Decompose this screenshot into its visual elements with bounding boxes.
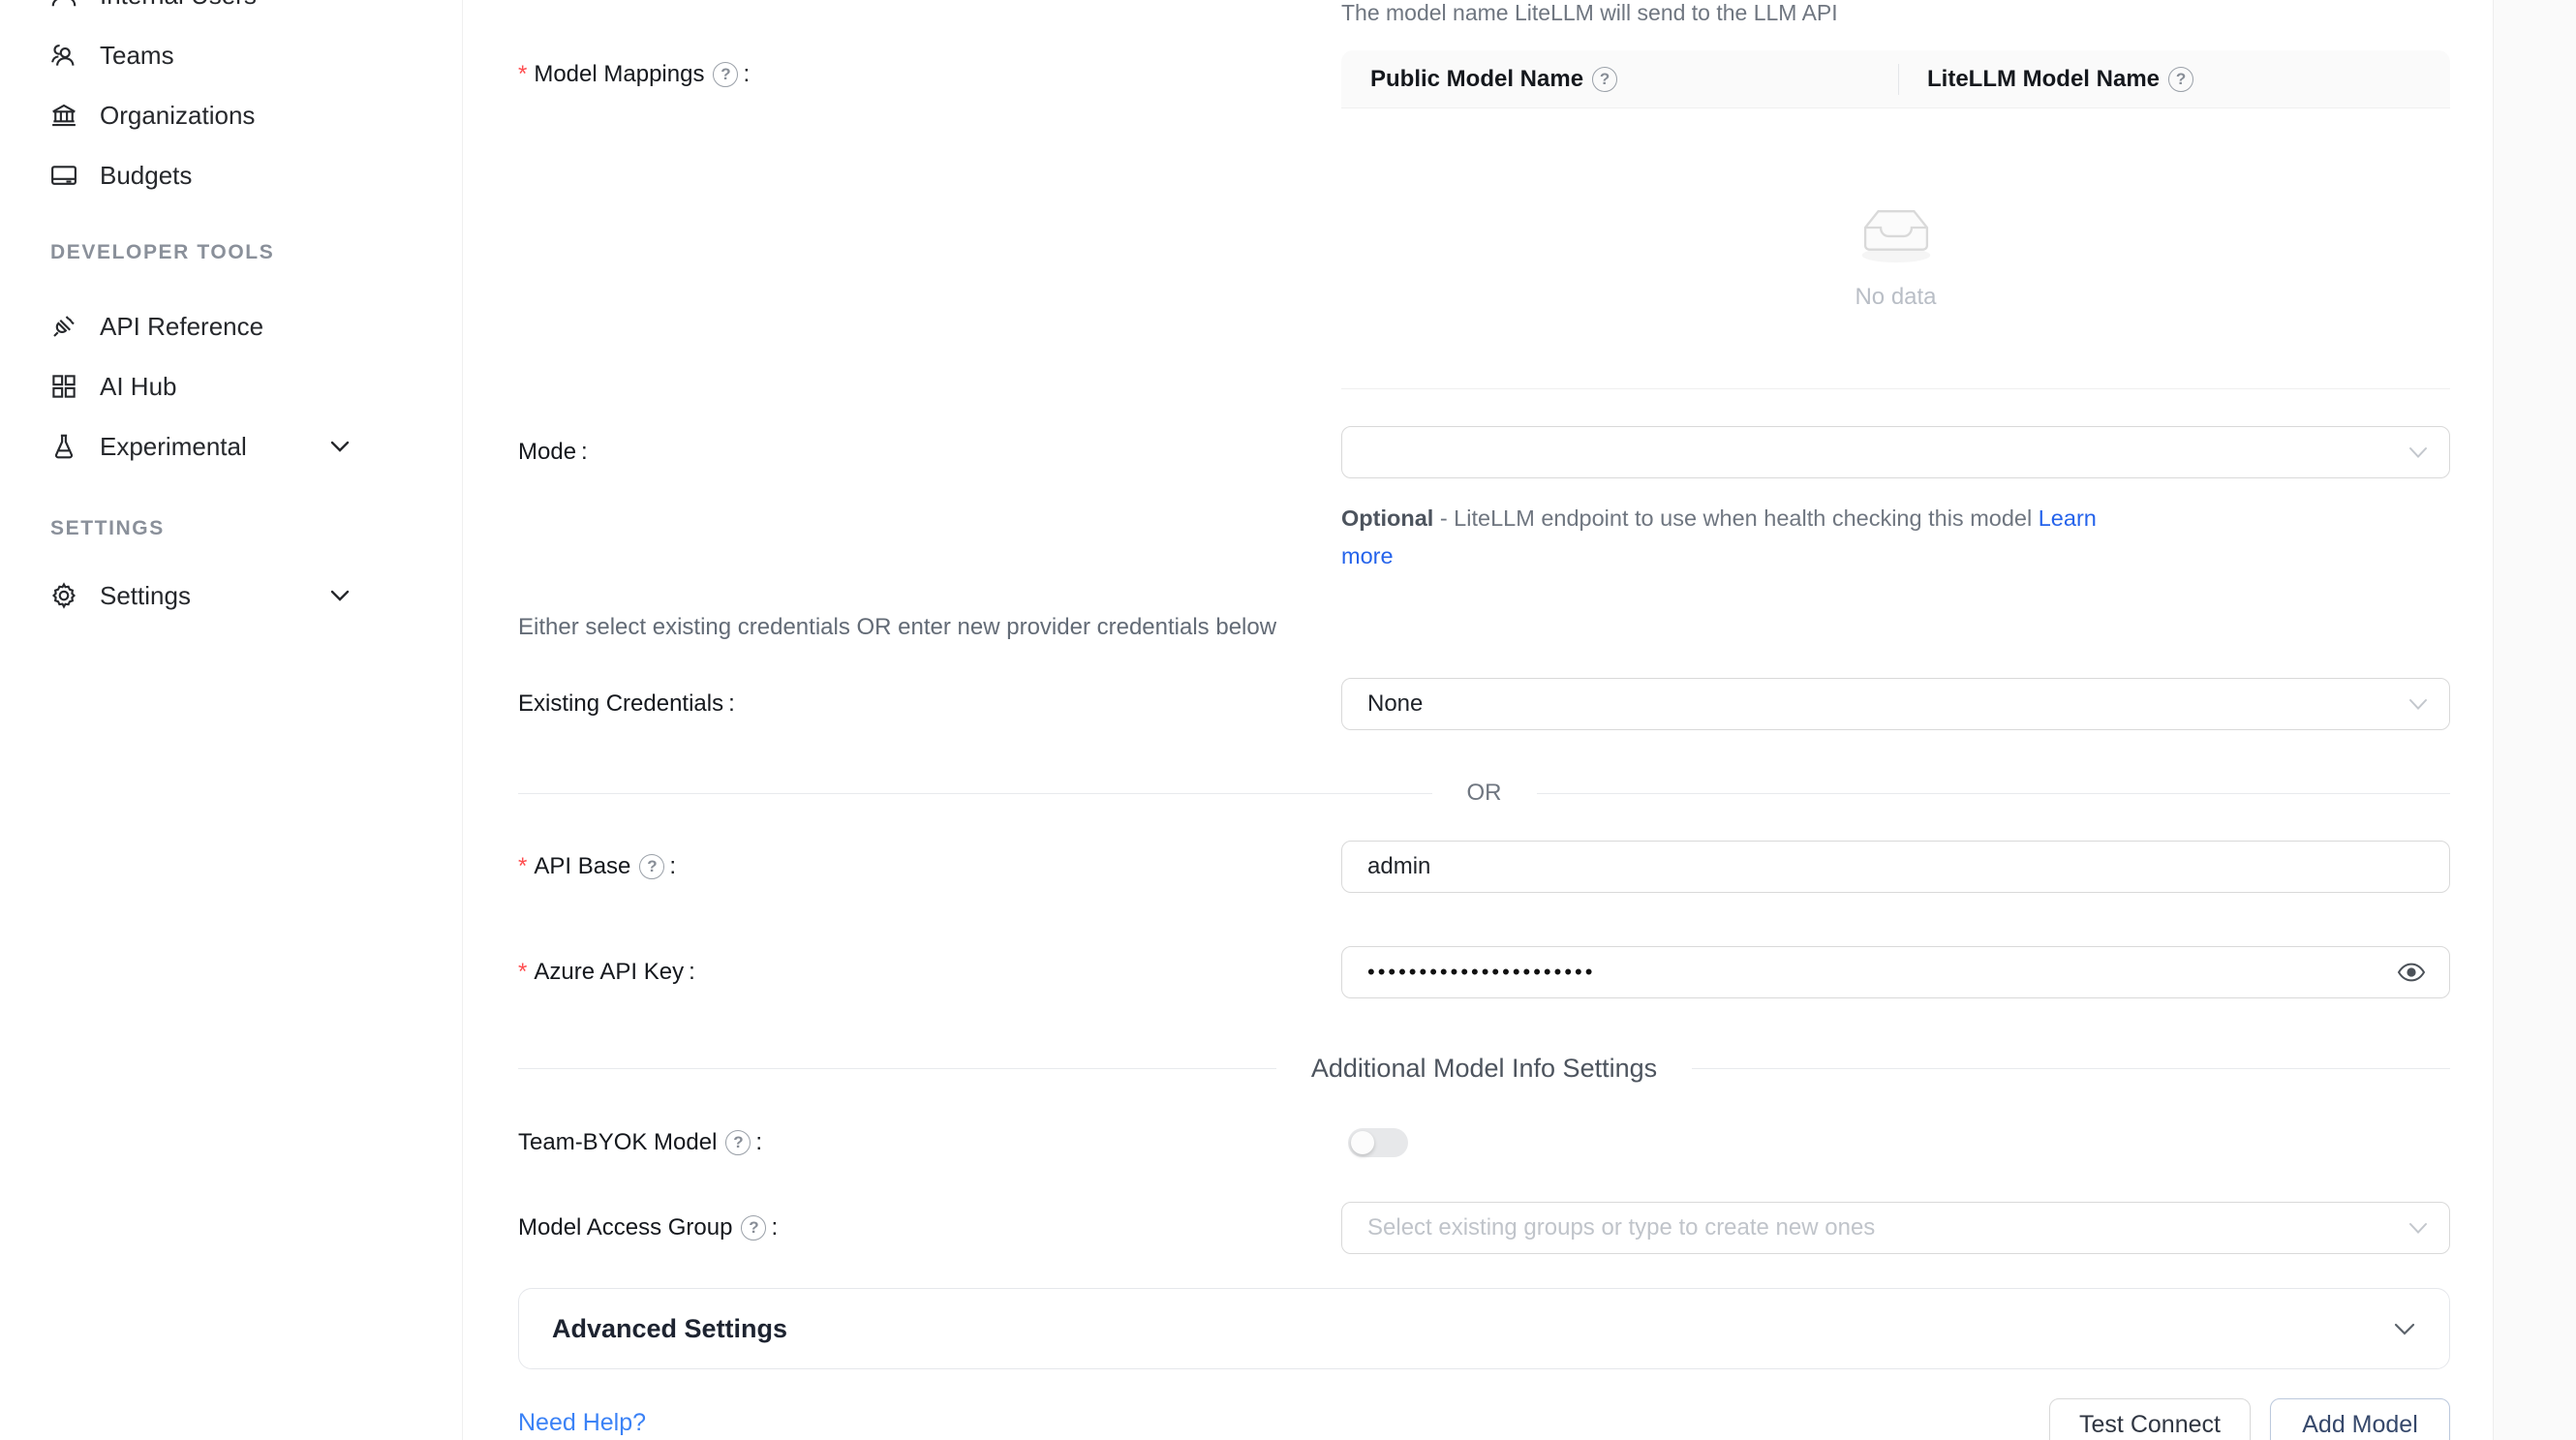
credit-card-icon (49, 161, 78, 190)
column-header-public-model-name: Public Model Name (1341, 66, 1898, 93)
mode-help-text: Optional - LiteLLM endpoint to use when … (1341, 500, 2145, 575)
help-circle-icon[interactable] (741, 1215, 766, 1241)
sidebar-item-label: Organizations (100, 101, 255, 131)
existing-credentials-select[interactable]: None (1341, 678, 2450, 730)
or-divider: OR (518, 777, 2450, 810)
sidebar-item-label: API Reference (100, 312, 263, 342)
azure-api-key-label: Azure API Key (518, 958, 695, 987)
sidebar-item-label: Budgets (100, 161, 192, 191)
sidebar-item-teams[interactable]: Teams (0, 25, 463, 85)
or-divider-text: OR (1432, 780, 1537, 807)
sidebar-item-ai-hub[interactable]: AI Hub (0, 356, 463, 416)
sidebar-item-organizations[interactable]: Organizations (0, 85, 463, 145)
additional-info-divider: Additional Model Info Settings (518, 1050, 2450, 1087)
chevron-down-icon (329, 440, 351, 453)
credentials-note: Either select existing credentials OR en… (518, 614, 1276, 641)
gear-icon (49, 581, 78, 610)
api-base-label: API Base (518, 852, 676, 881)
add-model-button[interactable]: Add Model (2270, 1398, 2450, 1440)
team-byok-label: Team-BYOK Model (518, 1128, 762, 1157)
team-byok-toggle[interactable] (1348, 1128, 1408, 1157)
sidebar-item-experimental[interactable]: Experimental (0, 416, 463, 476)
model-access-group-select[interactable]: Select existing groups or type to create… (1341, 1202, 2450, 1254)
help-circle-icon[interactable] (713, 62, 738, 87)
sidebar-item-settings[interactable]: Settings (0, 566, 463, 626)
page-background-strip (2493, 0, 2576, 1440)
api-plug-icon (49, 312, 78, 341)
sidebar: Internal Users Teams Organizations Budge… (0, 0, 463, 1440)
need-help-link[interactable]: Need Help? (518, 1409, 646, 1437)
advanced-settings-title: Advanced Settings (552, 1314, 2393, 1344)
api-base-input[interactable] (1367, 853, 2424, 880)
model-mappings-table: Public Model Name LiteLLM Model Name No … (1341, 50, 2450, 389)
sidebar-item-label: Internal Users (100, 0, 257, 11)
azure-api-key-input[interactable] (1367, 960, 2424, 985)
help-circle-icon[interactable] (1592, 67, 1617, 92)
empty-state-text: No data (1855, 284, 1936, 311)
user-icon (49, 0, 78, 10)
sidebar-section-settings: SETTINGS (50, 517, 165, 540)
bank-icon (49, 101, 78, 130)
help-circle-icon[interactable] (639, 854, 664, 879)
model-access-group-label: Model Access Group (518, 1213, 778, 1242)
empty-inbox-icon (1844, 187, 1948, 268)
eye-icon[interactable] (2397, 960, 2426, 985)
sidebar-item-label: Teams (100, 41, 174, 71)
chevron-down-icon (329, 589, 351, 602)
additional-info-divider-text: Additional Model Info Settings (1276, 1054, 1692, 1084)
api-base-field (1341, 841, 2450, 893)
existing-credentials-label: Existing Credentials (518, 689, 735, 719)
azure-api-key-field (1341, 946, 2450, 998)
help-circle-icon[interactable] (2168, 67, 2193, 92)
mode-label: Mode (518, 438, 588, 467)
add-model-page: Internal Users Teams Organizations Budge… (0, 0, 2576, 1440)
sidebar-item-api-reference[interactable]: API Reference (0, 296, 463, 356)
sidebar-item-label: Settings (100, 581, 191, 611)
column-header-litellm-model-name: LiteLLM Model Name (1898, 66, 2450, 93)
chevron-down-icon (2408, 446, 2428, 459)
model-mappings-label: Model Mappings (518, 60, 750, 89)
column-divider (1898, 64, 1899, 95)
empty-state: No data (1341, 108, 2450, 388)
sidebar-item-label: Experimental (100, 432, 247, 462)
chevron-down-icon (2408, 698, 2428, 711)
sidebar-section-developer-tools: DEVELOPER TOOLS (50, 241, 274, 264)
select-placeholder: Select existing groups or type to create… (1367, 1214, 1875, 1241)
model-name-hint: The model name LiteLLM will send to the … (1341, 0, 1838, 26)
chevron-down-icon (2408, 1222, 2428, 1235)
sidebar-item-internal-users[interactable]: Internal Users (0, 0, 463, 25)
mode-select[interactable] (1341, 426, 2450, 478)
grid-icon (49, 372, 78, 401)
help-circle-icon[interactable] (725, 1130, 751, 1155)
table-header-row: Public Model Name LiteLLM Model Name (1341, 50, 2450, 108)
flask-icon (49, 432, 78, 461)
test-connect-button[interactable]: Test Connect (2049, 1398, 2251, 1440)
sidebar-item-budgets[interactable]: Budgets (0, 145, 463, 205)
teams-icon (49, 41, 78, 70)
chevron-down-icon (2393, 1322, 2416, 1336)
advanced-settings-panel[interactable]: Advanced Settings (518, 1288, 2450, 1369)
sidebar-item-label: AI Hub (100, 372, 177, 402)
toggle-knob (1351, 1131, 1374, 1154)
